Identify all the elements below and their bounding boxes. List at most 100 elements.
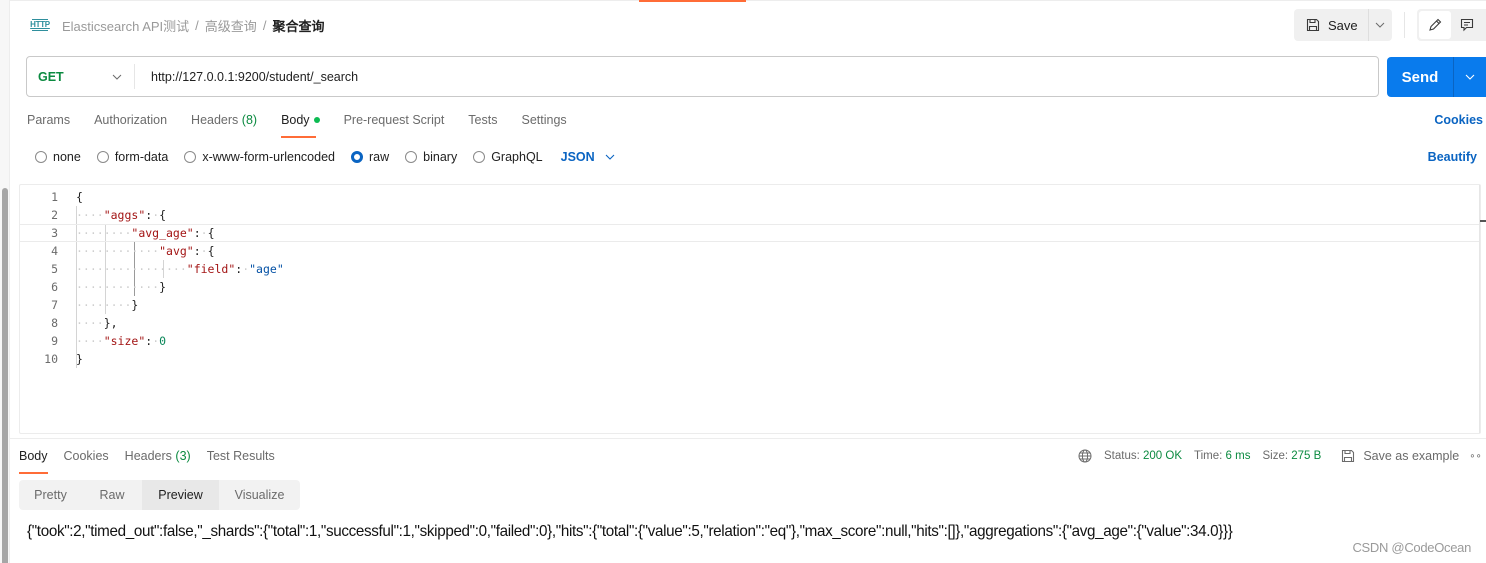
body-type-selector: none form-data x-www-form-urlencoded raw… bbox=[35, 149, 615, 165]
breadcrumb-separator: / bbox=[195, 17, 199, 33]
side-panel-toggle-group bbox=[1417, 9, 1486, 41]
radio-raw-label: raw bbox=[369, 150, 390, 164]
response-tab-test-results[interactable]: Test Results bbox=[207, 448, 275, 474]
body-type-form-data[interactable]: form-data bbox=[96, 150, 169, 164]
line-number: 1 bbox=[51, 190, 58, 204]
tab-settings[interactable]: Settings bbox=[521, 112, 566, 138]
tab-body-label: Body bbox=[281, 113, 310, 127]
time-label: Time: bbox=[1194, 450, 1223, 462]
code-line[interactable]: 10} bbox=[20, 350, 1480, 368]
raw-format-select[interactable]: JSON bbox=[561, 150, 615, 164]
method-value: GET bbox=[38, 69, 64, 84]
save-button-group: Save bbox=[1294, 9, 1392, 41]
radio-raw[interactable] bbox=[351, 151, 363, 163]
chevron-down-icon bbox=[1465, 74, 1475, 80]
code-line[interactable]: 6 ············} bbox=[20, 278, 1480, 296]
beautify-button[interactable]: Beautify bbox=[1428, 150, 1477, 164]
radio-binary[interactable] bbox=[405, 151, 418, 163]
line-number: 6 bbox=[51, 280, 58, 294]
edit-button[interactable] bbox=[1419, 11, 1451, 39]
body-type-binary[interactable]: binary bbox=[405, 150, 457, 164]
active-tab-indicator bbox=[639, 0, 746, 2]
code-line[interactable]: 4 ············"avg":·{ bbox=[20, 242, 1480, 260]
code-text: ············"avg":·{ bbox=[76, 244, 215, 258]
tab-authorization[interactable]: Authorization bbox=[94, 112, 167, 138]
body-type-none[interactable]: none bbox=[35, 150, 81, 164]
tab-headers[interactable]: Headers (8) bbox=[191, 112, 257, 138]
radio-form-data[interactable] bbox=[96, 151, 109, 163]
code-line[interactable]: 8 ····}, bbox=[20, 314, 1480, 332]
code-line[interactable]: 3 ········"avg_age":·{ bbox=[20, 224, 1480, 242]
body-type-raw[interactable]: raw bbox=[351, 150, 389, 164]
code-text: } bbox=[76, 352, 83, 366]
save-button[interactable]: Save bbox=[1294, 9, 1369, 41]
body-modified-dot bbox=[313, 116, 320, 123]
body-type-graphql[interactable]: GraphQL bbox=[473, 150, 543, 164]
response-meta: Status: 200 OK Time: 6 ms Size: 275 B Sa… bbox=[1078, 448, 1482, 464]
response-tab-body[interactable]: Body bbox=[19, 448, 48, 474]
code-line[interactable]: 9 ····"size":·0 bbox=[20, 332, 1480, 350]
tab-headers-label: Headers bbox=[191, 113, 239, 127]
save-icon bbox=[1342, 449, 1355, 463]
line-number: 2 bbox=[51, 208, 58, 222]
comment-icon bbox=[1460, 18, 1474, 32]
chevron-down-icon bbox=[1375, 22, 1385, 28]
line-number: 9 bbox=[51, 334, 58, 348]
body-type-urlencoded[interactable]: x-www-form-urlencoded bbox=[184, 150, 335, 164]
size-label: Size: bbox=[1262, 450, 1289, 462]
radio-form-data-label: form-data bbox=[114, 150, 169, 164]
chevron-down-icon bbox=[112, 74, 122, 80]
comments-button[interactable] bbox=[1451, 11, 1483, 39]
send-options-dropdown[interactable] bbox=[1454, 74, 1486, 80]
radio-graphql[interactable] bbox=[473, 151, 486, 163]
response-view-tabs: Pretty Raw Preview Visualize bbox=[19, 480, 300, 510]
radio-none-label: none bbox=[53, 150, 81, 164]
tab-body[interactable]: Body bbox=[281, 112, 320, 138]
line-number: 3 bbox=[51, 226, 58, 240]
tab-params[interactable]: Params bbox=[27, 112, 70, 138]
breadcrumb-collection[interactable]: Elasticsearch API测试 bbox=[62, 16, 189, 35]
size-value[interactable]: 275 B bbox=[1291, 450, 1321, 462]
request-body-editor[interactable]: 1{2 ····"aggs":·{3 ········"avg_age":·{4 ··… bbox=[19, 184, 1486, 434]
editor-scrollbar[interactable] bbox=[1479, 185, 1480, 433]
request-tabs: Params Authorization Headers (8) Body Pr… bbox=[27, 112, 591, 138]
response-tab-headers[interactable]: Headers (3) bbox=[125, 448, 191, 474]
code-line[interactable]: 5 ················"field":·"age" bbox=[20, 260, 1480, 278]
response-tab-cookies[interactable]: Cookies bbox=[64, 448, 109, 474]
chevron-down-icon bbox=[605, 154, 615, 160]
view-tab-pretty[interactable]: Pretty bbox=[19, 480, 82, 510]
tab-pre-request-script[interactable]: Pre-request Script bbox=[344, 112, 445, 138]
code-line[interactable]: 1{ bbox=[20, 188, 1480, 206]
url-input[interactable] bbox=[135, 69, 1378, 84]
send-button[interactable]: Send bbox=[1387, 57, 1454, 97]
globe-icon[interactable] bbox=[1078, 449, 1092, 463]
method-select[interactable]: GET bbox=[27, 64, 135, 89]
view-tab-raw[interactable]: Raw bbox=[82, 480, 142, 510]
time-value[interactable]: 6 ms bbox=[1226, 450, 1251, 462]
radio-binary-label: binary bbox=[423, 150, 458, 164]
more-options-icon[interactable]: ∘∘ bbox=[1469, 451, 1482, 462]
code-text: ················"field":·"age" bbox=[76, 262, 284, 276]
request-name[interactable]: 聚合查询 bbox=[272, 16, 324, 35]
code-text: ········} bbox=[76, 298, 139, 312]
view-tab-preview[interactable]: Preview bbox=[142, 480, 219, 510]
save-options-dropdown[interactable] bbox=[1369, 22, 1392, 28]
watermark: CSDN @CodeOcean bbox=[1352, 540, 1471, 555]
save-as-example-label: Save as example bbox=[1363, 449, 1460, 463]
view-tab-visualize[interactable]: Visualize bbox=[219, 480, 300, 510]
status-value[interactable]: 200 OK bbox=[1143, 450, 1182, 462]
left-scrollbar[interactable] bbox=[2, 188, 8, 563]
code-line[interactable]: 7 ········} bbox=[20, 296, 1480, 314]
code-line[interactable]: 2 ····"aggs":·{ bbox=[20, 206, 1480, 224]
radio-urlencoded[interactable] bbox=[184, 151, 197, 163]
line-number: 7 bbox=[51, 298, 58, 312]
cookies-link[interactable]: Cookies bbox=[1434, 113, 1483, 127]
response-divider[interactable] bbox=[10, 438, 1486, 439]
breadcrumb: HTTP Elasticsearch API测试 / 高级查询 / 聚合查询 bbox=[30, 10, 324, 40]
save-as-example-button[interactable]: Save as example bbox=[1341, 449, 1459, 463]
radio-none[interactable] bbox=[35, 151, 47, 163]
breadcrumb-folder[interactable]: 高级查询 bbox=[205, 16, 257, 35]
code-text: ····}, bbox=[76, 316, 118, 330]
tab-tests[interactable]: Tests bbox=[468, 112, 497, 138]
code-text: { bbox=[76, 190, 83, 204]
